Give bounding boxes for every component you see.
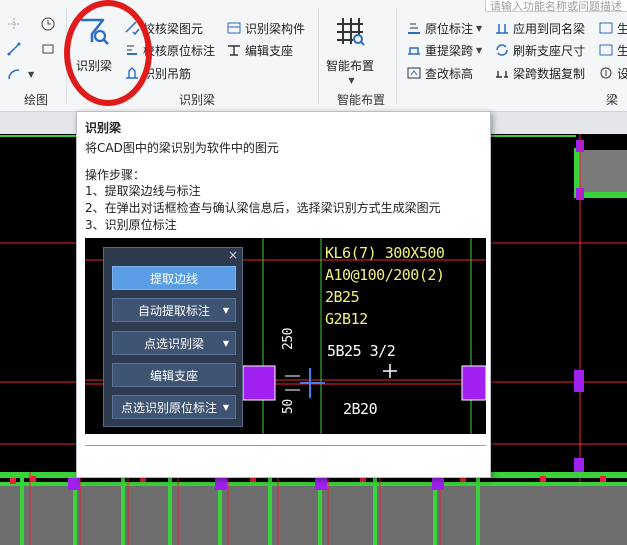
edit-support-panel-button[interactable]: 编辑支座 xyxy=(112,363,236,387)
tooltip-steps-title: 操作步骤： xyxy=(85,168,146,182)
identify-beam-tooltip: 识别梁 将CAD图中的梁识别为软件中的图元 操作步骤： 1、提取梁边线与标注 2… xyxy=(76,111,491,478)
draw-group-label: 绘图 xyxy=(24,93,49,107)
auto-extract-annotation-button[interactable]: 自动提取标注 ▼ xyxy=(112,298,236,322)
generate-icon xyxy=(598,20,614,36)
copy-icon xyxy=(494,65,510,81)
view-elevation-button[interactable]: 查改标高 xyxy=(406,63,473,83)
settings-icon xyxy=(598,65,614,81)
chevron-down-icon: ▼ xyxy=(222,305,229,315)
refresh-support-size-button[interactable]: 刷新支座尺寸 xyxy=(494,40,585,60)
cad-bottom-rebar-label: 2B20 xyxy=(343,400,378,418)
cad-dimension-250: 250 xyxy=(281,328,296,350)
line-icon xyxy=(6,41,22,57)
close-icon[interactable]: × xyxy=(228,248,238,262)
cad-dimension-50: 50 xyxy=(281,399,296,414)
annotation-icon xyxy=(406,20,422,36)
tooltip-step: 2、在弹出对话框检查与确认梁信息后，选择梁识别方式生成梁图元 xyxy=(85,201,441,215)
identify-beam-button[interactable]: 识别梁 xyxy=(76,14,112,74)
copy-span-data-button[interactable]: 梁跨数据复制 xyxy=(494,63,585,83)
identify-beam-panel: × 提取边线 自动提取标注 ▼ 点选识别梁 ▼ 编辑支座 点选识别原位标注 ▼ xyxy=(103,247,243,427)
generate-button-1[interactable]: 生 xyxy=(598,18,627,38)
crosshair-icon xyxy=(6,16,22,32)
line-tool-button[interactable] xyxy=(6,39,25,59)
smart-group-label: 智能布置 xyxy=(337,93,386,107)
chevron-down-icon: ▼ xyxy=(222,338,229,348)
curve-icon xyxy=(6,66,22,82)
support-icon xyxy=(226,42,242,58)
span-icon xyxy=(406,42,422,58)
cad-top-rebar-label: 2B25 xyxy=(325,288,360,306)
point-tool-button[interactable] xyxy=(6,14,25,34)
clock-icon xyxy=(40,16,56,32)
rect-tool-button[interactable] xyxy=(40,39,59,59)
polyline-tool-button[interactable]: ▼ xyxy=(6,64,34,84)
cad-side-rebar-label: G2B12 xyxy=(325,310,368,328)
tooltip-title: 识别梁 xyxy=(85,121,122,135)
apply-icon xyxy=(494,20,510,36)
identify-hanger-button[interactable]: 识别吊筋 xyxy=(124,63,191,83)
cad-support-rebar-label: 5B25 3/2 xyxy=(327,342,396,360)
tooltip-demo-image: KL6(7) 300X500 A10@100/200(2) 2B25 G2B12… xyxy=(85,238,486,434)
arc-tool-button[interactable] xyxy=(40,14,59,34)
apply-same-name-button[interactable]: 应用到同名梁 xyxy=(494,18,585,38)
identify-beam-icon xyxy=(77,14,111,51)
search-input[interactable]: 请输入功能名称或问题描述 xyxy=(485,0,627,12)
tooltip-step: 3、识别原位标注 xyxy=(85,218,177,232)
cad-beam-label: KL6(7) 300X500 xyxy=(325,244,445,262)
check-beam-button[interactable]: 校核梁图元 xyxy=(124,18,203,38)
identify-beam-label: 识别梁 xyxy=(76,59,113,73)
annotation-check-icon xyxy=(124,42,140,58)
refresh-icon xyxy=(494,42,510,58)
tooltip-step: 1、提取梁边线与标注 xyxy=(85,184,201,198)
beam-check-icon xyxy=(124,20,140,36)
component-icon xyxy=(226,20,242,36)
click-identify-annotation-button[interactable]: 点选识别原位标注 ▼ xyxy=(112,395,236,419)
reextract-span-button[interactable]: 重提梁跨 ▼ xyxy=(406,40,482,60)
edit-support-button[interactable]: 编辑支座 xyxy=(226,40,293,60)
tooltip-divider xyxy=(85,445,486,446)
settings-button[interactable]: 设 xyxy=(598,63,627,83)
original-annotation-button[interactable]: 原位标注 ▼ xyxy=(406,18,482,38)
hanger-icon xyxy=(124,65,140,81)
smart-layout-button[interactable]: 智能布置 ▼ xyxy=(326,14,374,85)
extract-edge-button[interactable]: 提取边线 xyxy=(112,266,236,290)
ribbon-toolbar: 请输入功能名称或问题描述 ▼ 绘图 识别梁 校核梁图元 校核原位标注 识别吊筋 … xyxy=(0,0,627,124)
grid-layout-icon xyxy=(333,14,367,51)
identify-beam-component-button[interactable]: 识别梁构件 xyxy=(226,18,305,38)
chevron-down-icon: ▼ xyxy=(222,402,229,412)
rectangle-icon xyxy=(40,41,56,57)
check-annotation-button[interactable]: 校核原位标注 xyxy=(124,40,215,60)
click-identify-beam-button[interactable]: 点选识别梁 ▼ xyxy=(112,331,236,355)
tooltip-description: 将CAD图中的梁识别为软件中的图元 xyxy=(85,141,279,155)
generate-button-2[interactable]: 生 xyxy=(598,40,627,60)
cad-stirrup-label: A10@100/200(2) xyxy=(325,266,445,284)
elevation-icon xyxy=(406,65,422,81)
generate-icon xyxy=(598,42,614,58)
beam-group-label: 识别梁 xyxy=(179,93,216,107)
